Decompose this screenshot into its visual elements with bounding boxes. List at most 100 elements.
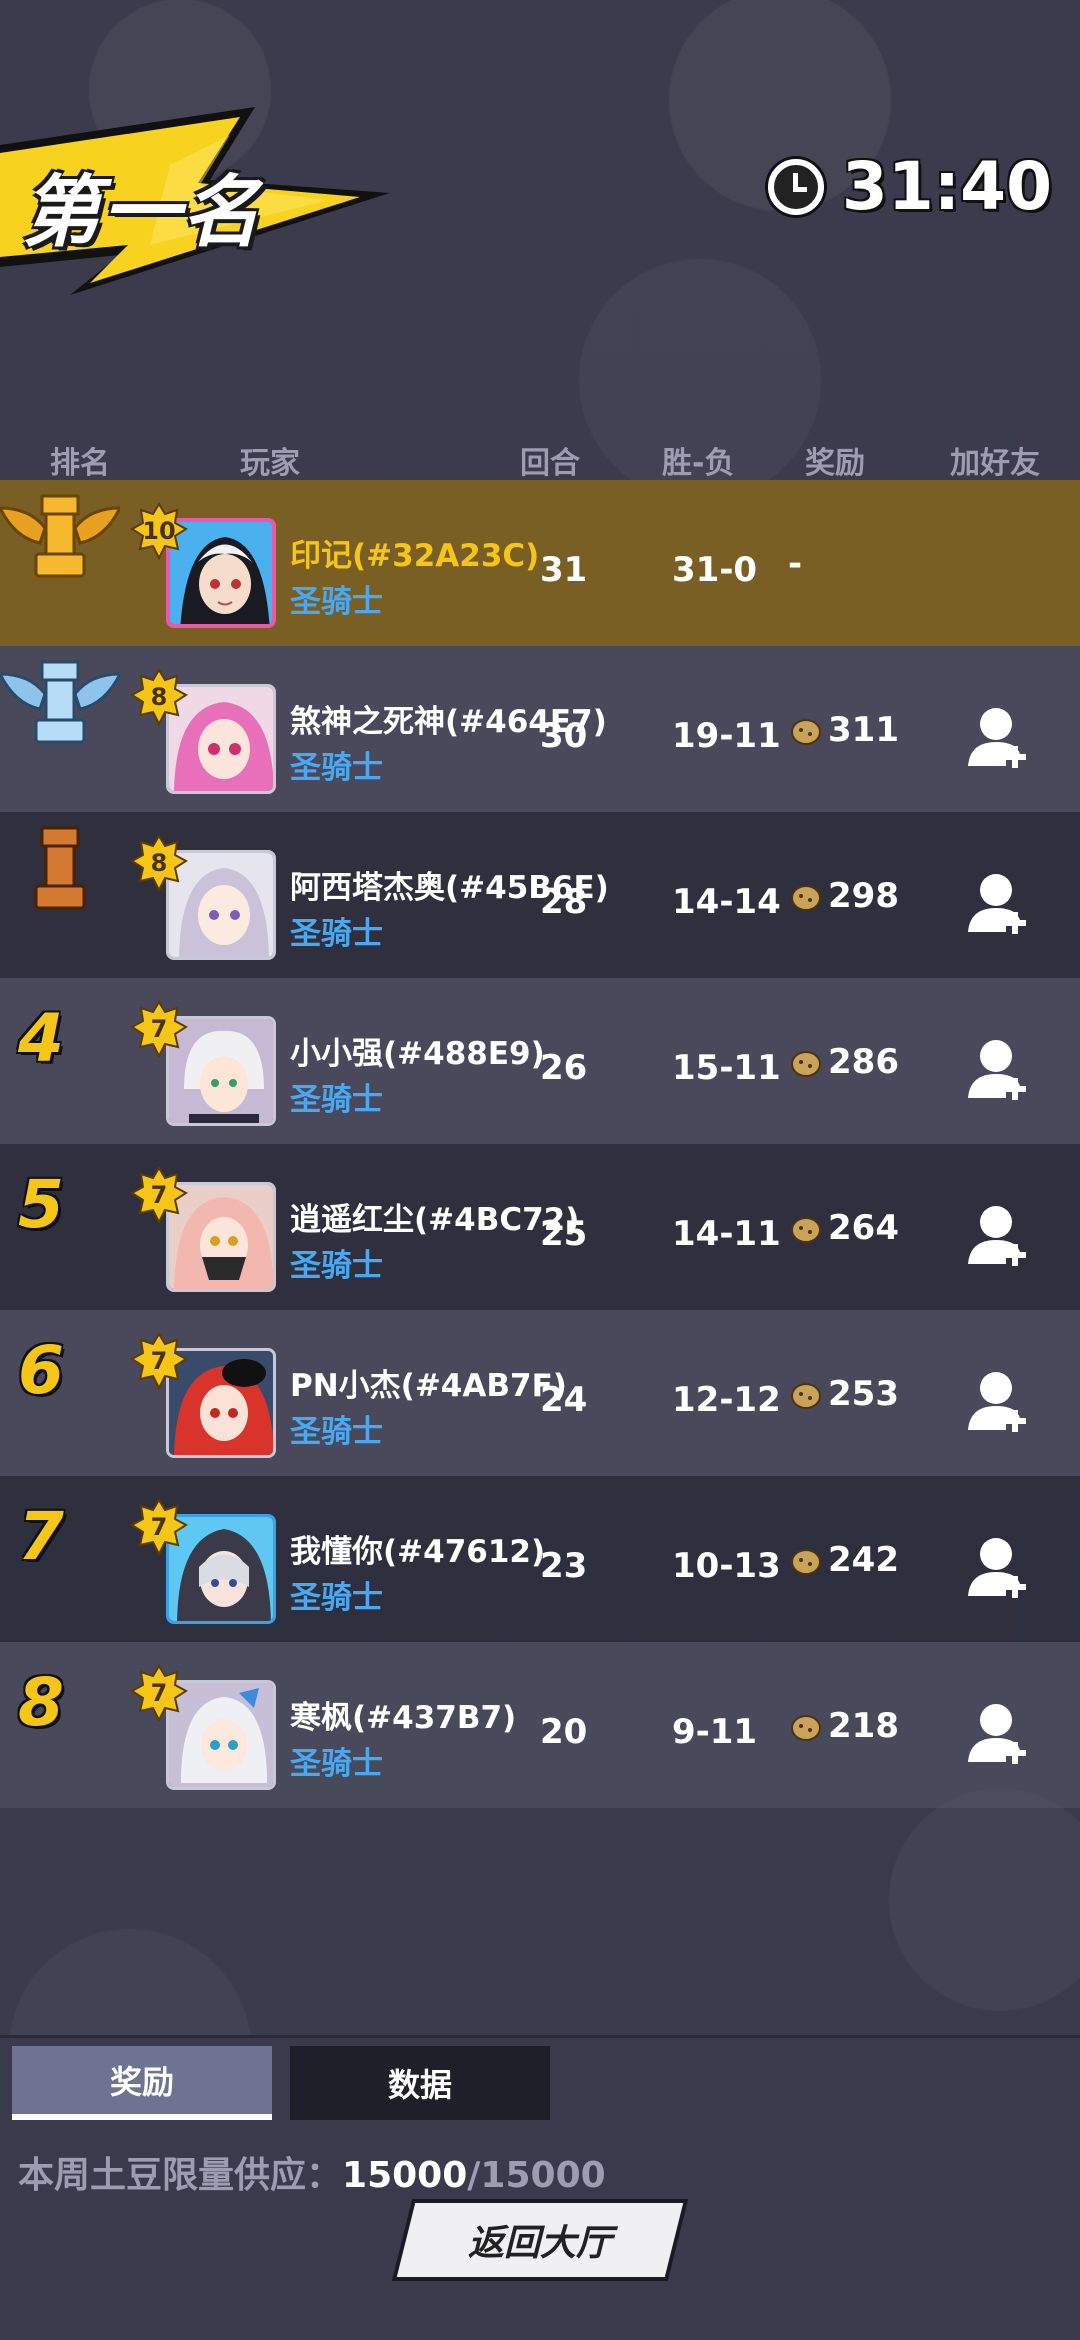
potato-icon [791,885,821,911]
win-loss-value: 9-11 [672,1712,758,1752]
player-class: 圣骑士 [290,1414,383,1450]
win-loss-value: 15-11 [672,1048,781,1088]
win-loss-value: 14-14 [672,882,781,922]
reward-value: 264 [828,1208,899,1248]
reward-value: - [788,544,803,584]
header-add-friend: 加好友 [950,446,1040,481]
rounds-value: 26 [540,1048,588,1088]
add-friend-icon[interactable] [966,1532,1036,1602]
timer-text: 31:40 [841,148,1052,225]
rounds-value: 24 [540,1380,588,1420]
table-row[interactable]: 4 7 小小强(#488E9) 圣骑士 26 15-11 286 [0,978,1080,1144]
level-badge [130,502,188,560]
rounds-value: 28 [540,882,588,922]
table-row[interactable]: 8 7 寒枫(#437B7) 圣骑士 20 9-11 218 [0,1642,1080,1808]
table-row[interactable]: 8 煞神之死神(#464E7) 圣骑士 30 19-11 311 [0,646,1080,812]
table-row[interactable]: 6 7 PN小杰(#4AB7F) 圣骑士 24 12-12 253 [0,1310,1080,1476]
level-badge [130,1332,188,1390]
player-name: 印记(#32A23C) [290,538,540,574]
player-class: 圣骑士 [290,750,383,786]
rounds-value: 23 [540,1546,588,1586]
timer: 31:40 [767,148,1052,225]
reward: 218 [788,1706,899,1746]
level-badge [130,1000,188,1058]
player-name: PN小杰(#4AB7F) [290,1368,567,1404]
win-loss-value: 14-11 [672,1214,781,1254]
add-friend-icon[interactable] [966,1200,1036,1270]
quota-max: 15000 [480,2155,606,2196]
quota-separator: / [467,2155,481,2196]
player-class: 圣骑士 [290,1580,383,1616]
reward-value: 253 [828,1374,899,1414]
rounds-value: 30 [540,716,588,756]
silver-trophy-icon [0,660,120,744]
potato-icon [791,719,821,745]
table-header: 排名 玩家 回合 胜-负 奖励 加好友 [0,432,1080,482]
header-player: 玩家 [240,446,300,481]
add-friend-icon[interactable] [966,1034,1036,1104]
header-rounds: 回合 [520,446,580,481]
table-row[interactable]: 10 印记(#32A23C) 圣骑士 31 31-0 - [0,480,1080,646]
rank-number: 6 [18,1332,64,1409]
level-badge [130,1498,188,1556]
reward: 298 [788,876,899,916]
weekly-quota: 本周土豆限量供应：15000/15000 [18,2146,606,2198]
tab-reward[interactable]: 奖励 [12,2046,272,2120]
header-win-loss: 胜-负 [662,446,735,481]
potato-icon [791,1383,821,1409]
rounds-value: 25 [540,1214,588,1254]
potato-icon [791,1549,821,1575]
reward-value: 286 [828,1042,899,1082]
add-friend-icon[interactable] [966,702,1036,772]
win-loss-value: 10-13 [672,1546,781,1586]
reward-value: 311 [828,710,899,750]
bottom-panel: 奖励 数据 本周土豆限量供应：15000/15000 返回大厅 [0,2035,1080,2340]
win-loss-value: 31-0 [672,550,758,590]
gold-trophy-icon [0,494,120,578]
return-lobby-label: 返回大厅 [467,2223,612,2264]
rank-number: 5 [18,1166,64,1243]
player-class: 圣骑士 [290,916,383,952]
win-loss-value: 19-11 [672,716,781,756]
header-reward: 奖励 [805,446,865,481]
player-name: 逍遥红尘(#4BC72) [290,1202,580,1238]
player-class: 圣骑士 [290,1248,383,1284]
rank-number: 8 [18,1664,64,1741]
level-badge [130,1664,188,1722]
player-class: 圣骑士 [290,1082,383,1118]
reward: 253 [788,1374,899,1414]
player-class: 圣骑士 [290,1746,383,1782]
reward-value: 218 [828,1706,899,1746]
quota-current: 15000 [342,2155,468,2196]
player-name: 我懂你(#47612) [290,1534,546,1570]
player-class: 圣骑士 [290,584,383,620]
reward-value: 298 [828,876,899,916]
clock-icon [767,158,824,215]
reward: 264 [788,1208,899,1248]
potato-icon [791,1715,821,1741]
add-friend-icon[interactable] [966,868,1036,938]
rank-number: 4 [18,1000,64,1077]
leaderboard-list: 10 印记(#32A23C) 圣骑士 31 31-0 - 8 煞神之死神(#46… [0,480,1080,1808]
header-rank: 排名 [50,446,110,481]
table-row[interactable]: 8 阿西塔杰奥(#45B6E) 圣骑士 28 14-14 298 [0,812,1080,978]
quota-label: 本周土豆限量供应： [18,2155,343,2196]
rounds-value: 20 [540,1712,588,1752]
win-loss-value: 12-12 [672,1380,781,1420]
reward: - [788,544,802,584]
return-lobby-button[interactable]: 返回大厅 [396,2203,684,2277]
level-badge [130,834,188,892]
table-row[interactable]: 5 7 逍遥红尘(#4BC72) 圣骑士 25 14-11 264 [0,1144,1080,1310]
player-name: 寒枫(#437B7) [290,1700,517,1736]
table-row[interactable]: 7 7 我懂你(#47612) 圣骑士 23 10-13 242 [0,1476,1080,1642]
tab-data[interactable]: 数据 [290,2046,550,2120]
level-badge [130,668,188,726]
add-friend-icon[interactable] [966,1366,1036,1436]
level-badge [130,1166,188,1224]
reward-value: 242 [828,1540,899,1580]
add-friend-icon[interactable] [966,1698,1036,1768]
potato-icon [791,1217,821,1243]
player-name: 小小强(#488E9) [290,1036,545,1072]
potato-icon [791,1051,821,1077]
rank-number: 7 [18,1498,64,1575]
